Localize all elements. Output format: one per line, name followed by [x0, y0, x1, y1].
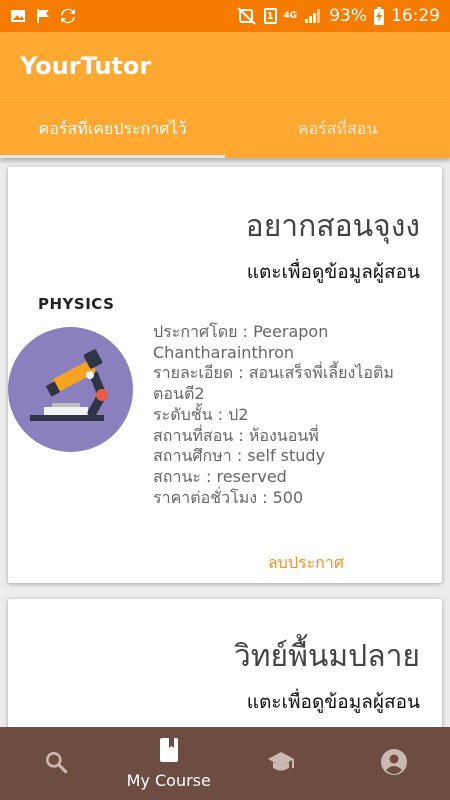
detail-line: ราคาต่อชั่วโมง : 500: [153, 487, 304, 507]
tap-hint: แตะเพื่อดูข้อมูลผู้สอน: [246, 261, 420, 283]
flag-icon: [36, 8, 50, 24]
sync-icon: [60, 8, 76, 24]
nav-account[interactable]: [338, 727, 450, 800]
battery-icon: [374, 7, 384, 25]
status-bar: 1 4G 93% 16:29: [0, 0, 450, 32]
signal-icon: [304, 8, 322, 24]
nav-label: My Course: [126, 771, 211, 790]
detail-line: รายละเอียด : สอนเสร็จพี่เลี้ยงไอติม: [153, 363, 394, 383]
course-details: ประกาศโดย : Peerapon Chantharainthron รา…: [153, 322, 423, 508]
detail-line: สถานะ : reserved: [153, 466, 287, 486]
clock: 16:29: [391, 6, 440, 26]
network-type: 4G: [283, 10, 298, 21]
app-title: YourTutor: [20, 52, 152, 80]
detail-line: ประกาศโดย : Peerapon: [153, 322, 329, 341]
photo-icon: [10, 8, 26, 24]
book-icon: [158, 737, 180, 767]
bottom-nav: My Course: [0, 727, 450, 800]
detail-line: สถานที่สอน : ห้องนอนพี่: [153, 425, 319, 445]
battery-percent: 93%: [329, 6, 367, 26]
detail-line: ตอนตี2: [153, 384, 205, 404]
subject-label: PHYSICS: [38, 295, 115, 313]
tab-label: คอร์สที่สอน: [297, 118, 378, 138]
account-icon: [380, 748, 408, 780]
nav-school[interactable]: [225, 727, 338, 800]
sim-icon: 1: [263, 8, 277, 24]
microscope-icon: [8, 327, 133, 452]
course-list[interactable]: อยากสอนจุงง แตะเพื่อดูข้อมูลผู้สอน PHYSI…: [0, 158, 450, 727]
detail-line: สถานศึกษา : self study: [153, 446, 326, 466]
search-icon: [43, 749, 69, 779]
detail-line: Chantharainthron: [153, 342, 295, 362]
course-title: อยากสอนจุงง: [245, 209, 420, 244]
school-icon: [266, 749, 296, 779]
course-card[interactable]: วิทย์พื้นมปลาย แตะเพื่อดูข้อมูลผู้สอน: [8, 599, 442, 727]
tab-label: คอร์สที่เคยประกาศไว้: [38, 118, 187, 138]
mute-icon: [236, 7, 257, 25]
nav-my-course[interactable]: My Course: [113, 727, 226, 800]
tab-announced-courses[interactable]: คอร์สที่เคยประกาศไว้: [0, 100, 225, 158]
nav-search[interactable]: [0, 727, 113, 800]
delete-announcement-button[interactable]: ลบประกาศ: [268, 551, 344, 576]
detail-line: ระดับชั้น : ป2: [153, 404, 249, 424]
course-card[interactable]: อยากสอนจุงง แตะเพื่อดูข้อมูลผู้สอน PHYSI…: [8, 167, 442, 583]
course-title: วิทย์พื้นมปลาย: [233, 639, 420, 674]
app-bar: YourTutor: [0, 32, 450, 100]
course-image: PHYSICS: [8, 295, 138, 455]
tab-bar: คอร์สที่เคยประกาศไว้ คอร์สที่สอน: [0, 100, 450, 158]
tab-teaching-courses[interactable]: คอร์สที่สอน: [225, 100, 450, 158]
tap-hint: แตะเพื่อดูข้อมูลผู้สอน: [246, 691, 420, 713]
